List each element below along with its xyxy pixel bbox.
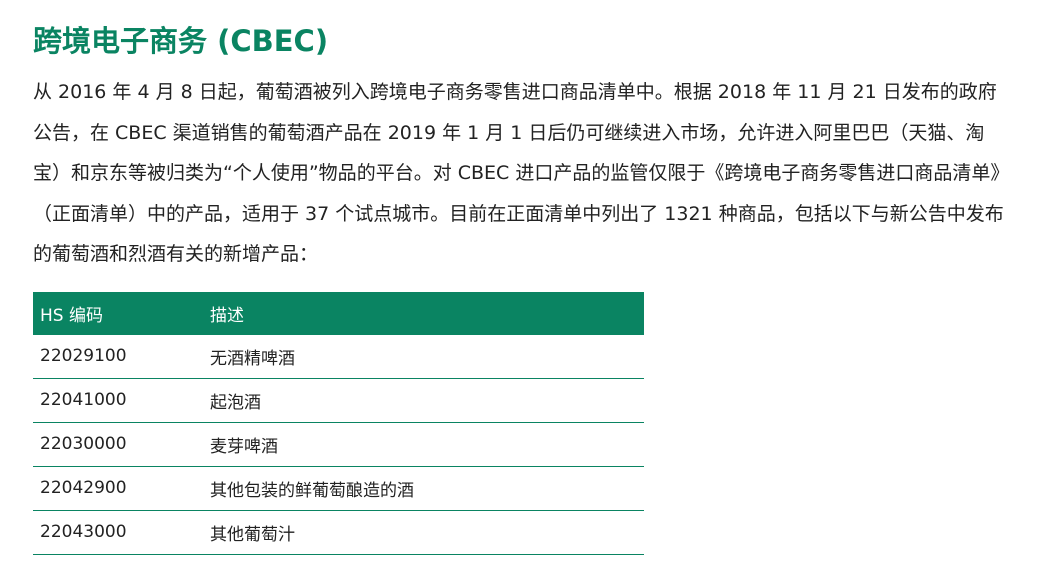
description-cell: 其他包装的鲜葡萄酿造的酒 — [203, 466, 644, 511]
description-cell: 起泡酒 — [203, 378, 644, 423]
description-cell: 无酒精啤酒 — [203, 334, 644, 379]
table-row: 22030000 麦芽啤酒 — [33, 422, 644, 467]
hs-code-cell: 22030000 — [33, 422, 203, 467]
section-heading: 跨境电子商务 (CBEC) — [33, 24, 329, 58]
table-row: 22029100 无酒精啤酒 — [33, 334, 644, 379]
hs-code-cell: 22029100 — [33, 334, 203, 379]
header-hs-code: HS 编码 — [33, 291, 203, 335]
table-row: 22043000 其他葡萄汁 — [33, 510, 644, 555]
hs-code-cell: 22043000 — [33, 510, 203, 555]
body-paragraph: 从 2016 年 4 月 8 日起，葡萄酒被列入跨境电子商务零售进口商品清单中。… — [33, 81, 1004, 265]
hs-code-table: HS 编码 描述 22029100 无酒精啤酒 22041000 起泡酒 220… — [33, 291, 644, 555]
description-cell: 麦芽啤酒 — [203, 422, 644, 467]
hs-code-cell: 22041000 — [33, 378, 203, 423]
table-row: 22041000 起泡酒 — [33, 378, 644, 423]
table-header-row: HS 编码 描述 — [33, 291, 644, 335]
header-description: 描述 — [203, 291, 644, 335]
table-row: 22042900 其他包装的鲜葡萄酿造的酒 — [33, 466, 644, 511]
description-cell: 其他葡萄汁 — [203, 510, 644, 555]
document-page: 跨境电子商务 (CBEC) 从 2016 年 4 月 8 日起，葡萄酒被列入跨境… — [0, 0, 1039, 580]
hs-code-cell: 22042900 — [33, 466, 203, 511]
